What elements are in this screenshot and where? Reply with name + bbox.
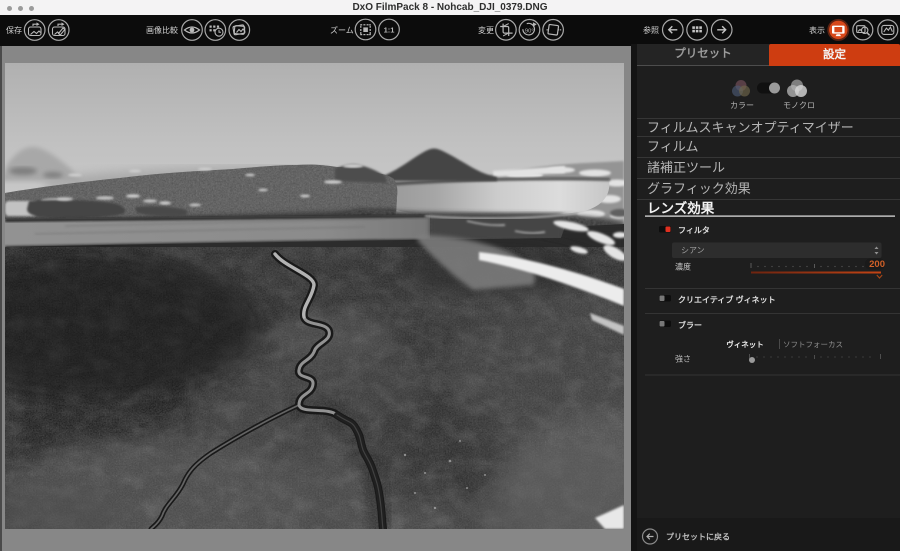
svg-text:クリエイティブ ヴィネット: クリエイティブ ヴィネット — [678, 295, 776, 305]
svg-text:シアン: シアン — [681, 246, 705, 255]
svg-text:強さ: 強さ — [675, 354, 691, 364]
svg-text:ブラー: ブラー — [678, 320, 702, 330]
svg-text:90°: 90° — [525, 29, 534, 35]
svg-text:1:1: 1:1 — [384, 25, 395, 34]
svg-text:プリセットに戻る: プリセットに戻る — [666, 532, 730, 542]
svg-text:ヴィネット: ヴィネット — [726, 339, 764, 349]
svg-text:ソフトフォーカス: ソフトフォーカス — [783, 340, 843, 349]
svg-text:フィルタ: フィルタ — [678, 225, 710, 235]
svg-text:200: 200 — [869, 259, 885, 270]
svg-text:濃度: 濃度 — [675, 262, 691, 272]
